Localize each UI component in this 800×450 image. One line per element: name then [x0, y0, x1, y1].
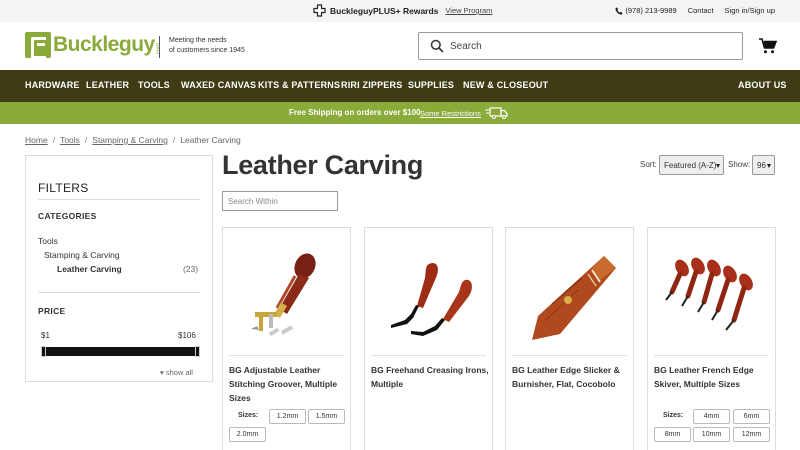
nav-item-leather[interactable]: LEATHER	[86, 80, 129, 90]
product-image-edge-skiver[interactable]	[654, 234, 769, 356]
divider	[38, 292, 200, 293]
breadcrumb-tools[interactable]: Tools	[60, 135, 80, 145]
logo-mark-icon	[25, 32, 51, 59]
category-count: (23)	[183, 264, 199, 274]
search-within-input[interactable]	[222, 191, 338, 211]
product-image-stitching-groover[interactable]	[229, 234, 344, 356]
phone-number-text: (978) 213-9989	[625, 6, 677, 15]
main-navigation: HARDWARE LEATHER TOOLS WAXED CANVAS KITS…	[0, 70, 800, 102]
shipping-restrictions-link[interactable]: Some Restrictions	[420, 109, 481, 118]
show-count-value: 96	[757, 161, 766, 170]
phone-icon	[615, 6, 623, 15]
search-icon[interactable]	[430, 39, 444, 53]
product-card[interactable]: BG Leather French Edge Skiver, Multiple …	[647, 227, 776, 450]
product-image-edge-slicker[interactable]	[512, 234, 627, 356]
show-all-link[interactable]: ▾ show all	[160, 368, 193, 377]
search-input[interactable]	[450, 40, 730, 52]
nav-item-about-us[interactable]: ABOUT US	[738, 80, 787, 90]
size-option-button[interactable]: 1.2mm	[269, 409, 306, 424]
cart-icon[interactable]	[759, 38, 777, 54]
price-max-handle[interactable]	[195, 346, 200, 357]
nav-item-supplies[interactable]: SUPPLIES	[408, 80, 454, 90]
buckleguy-logo[interactable]: Buckleguy .com	[25, 32, 162, 59]
product-card[interactable]: BG Adjustable Leather Stitching Groover,…	[222, 227, 351, 450]
size-option-button[interactable]: 12mm	[733, 427, 770, 442]
sort-select[interactable]: Featured (A-Z)	[659, 155, 724, 175]
size-option-button[interactable]: 4mm	[693, 409, 730, 424]
utility-links: (978) 213-9989 Contact Sign in/Sign up	[615, 6, 775, 15]
breadcrumb-stamping-carving[interactable]: Stamping & Carving	[92, 135, 168, 145]
product-name[interactable]: BG Adjustable Leather Stitching Groover,…	[229, 363, 347, 405]
nav-item-kits-patterns[interactable]: KITS & PATTERNS	[258, 80, 340, 90]
breadcrumb-current: Leather Carving	[180, 135, 241, 145]
product-name[interactable]: BG Leather Edge Slicker & Burnisher, Fla…	[512, 363, 630, 391]
caret-down-icon	[716, 164, 720, 168]
plus-cross-icon	[313, 4, 326, 17]
sizes-label: Sizes:	[238, 412, 259, 419]
signin-link[interactable]: Sign in/Sign up	[725, 6, 775, 15]
nav-item-waxed-canvas[interactable]: WAXED CANVAS	[181, 80, 256, 90]
sort-value: Featured (A-Z)	[664, 161, 717, 170]
price-range-slider[interactable]	[41, 346, 200, 357]
size-option-button[interactable]: 2.0mm	[229, 427, 266, 442]
filters-sidebar: FILTERS CATEGORIES Tools Stamping & Carv…	[25, 155, 213, 382]
product-card[interactable]: BG Leather Edge Slicker & Burnisher, Fla…	[505, 227, 634, 450]
breadcrumb-separator: /	[84, 135, 88, 145]
price-heading: PRICE	[38, 306, 66, 316]
top-utility-bar: BuckleguyPLUS+ Rewards View Program (978…	[0, 0, 800, 22]
categories-heading: CATEGORIES	[38, 211, 97, 221]
size-option-button[interactable]: 10mm	[693, 427, 730, 442]
rewards-promo: BuckleguyPLUS+ Rewards View Program	[313, 4, 492, 17]
shipping-banner: Free Shipping on orders over $100 Some R…	[0, 102, 800, 124]
rewards-program-name: BuckleguyPLUS+ Rewards	[330, 5, 439, 16]
nav-item-new-closeout[interactable]: NEW & CLOSEOUT	[463, 80, 548, 90]
view-program-link[interactable]: View Program	[445, 6, 492, 15]
show-count-select[interactable]: 96	[752, 155, 775, 175]
sizes-label: Sizes:	[663, 412, 684, 419]
product-card[interactable]: BG Freehand Creasing Irons, Multiple	[364, 227, 493, 450]
phone-number[interactable]: (978) 213-9989	[615, 6, 677, 15]
page-title: Leather Carving	[222, 150, 424, 180]
site-search	[418, 32, 743, 60]
price-min-handle[interactable]	[41, 346, 46, 357]
product-image-creasing-irons[interactable]	[371, 234, 486, 356]
tagline: Meeting the needs of customers since 194…	[169, 36, 259, 56]
category-tools[interactable]: Tools	[38, 236, 58, 246]
nav-item-hardware[interactable]: HARDWARE	[25, 80, 80, 90]
category-leather-carving[interactable]: Leather Carving	[57, 264, 122, 274]
product-name[interactable]: BG Freehand Creasing Irons, Multiple	[371, 363, 489, 391]
price-max-label: $106	[178, 331, 196, 340]
free-shipping-text: Free Shipping on orders over $100	[289, 108, 421, 117]
site-header: Buckleguy .com Meeting the needs of cust…	[0, 22, 800, 70]
category-stamping-carving[interactable]: Stamping & Carving	[44, 250, 120, 260]
breadcrumb-separator: /	[52, 135, 56, 145]
product-name[interactable]: BG Leather French Edge Skiver, Multiple …	[654, 363, 772, 391]
logo-text: Buckleguy	[53, 33, 155, 56]
breadcrumb-home[interactable]: Home	[25, 135, 48, 145]
divider	[38, 199, 200, 200]
show-label: Show:	[728, 160, 751, 169]
breadcrumb: Home / Tools / Stamping & Carving / Leat…	[25, 135, 241, 145]
filters-title: FILTERS	[38, 181, 89, 195]
nav-item-tools[interactable]: TOOLS	[138, 80, 170, 90]
price-min-label: $1	[41, 331, 50, 340]
sort-label: Sort:	[640, 160, 657, 169]
size-option-button[interactable]: 1.5mm	[308, 409, 345, 424]
caret-down-icon	[767, 164, 771, 168]
logo-divider	[159, 36, 160, 58]
nav-item-riri-zippers[interactable]: RIRI ZIPPERS	[341, 80, 402, 90]
size-option-button[interactable]: 8mm	[654, 427, 691, 442]
truck-icon	[485, 107, 508, 119]
contact-link[interactable]: Contact	[688, 6, 714, 15]
tagline-line-1: Meeting the needs	[169, 37, 227, 44]
size-option-button[interactable]: 6mm	[733, 409, 770, 424]
tagline-line-2: of customers since 1945	[169, 47, 245, 54]
breadcrumb-separator: /	[172, 135, 176, 145]
